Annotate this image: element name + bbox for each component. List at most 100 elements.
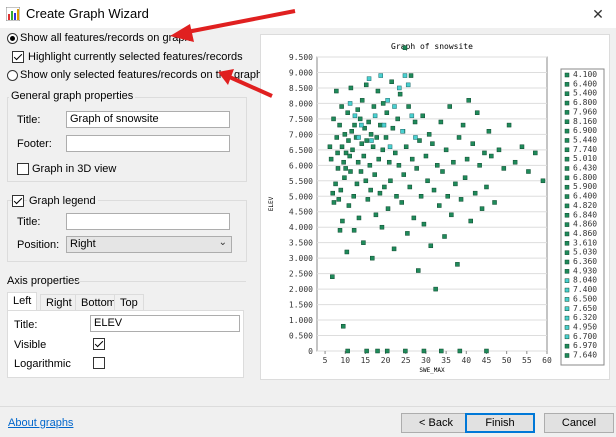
cancel-button[interactable]: Cancel [544,413,614,433]
data-point [334,88,339,94]
legend-marker [564,241,570,246]
legend-entry: 6.360 [573,257,597,266]
legend-entry: 4.950 [573,322,597,331]
legend-marker [564,194,570,199]
highlight-selected-checkbox[interactable] [12,51,24,63]
about-graphs-link[interactable]: About graphs [8,417,73,429]
data-point [331,116,336,122]
y-tick-label: 5.000 [289,192,313,201]
data-point [403,348,408,354]
legend-title-label: Title: [17,216,41,228]
data-point [341,159,346,165]
axis-logarithmic-checkbox[interactable] [93,357,105,369]
data-point [382,184,387,190]
data-point [389,79,394,85]
graph-preview: 0 0.500 1.000 1.500 2.000 2.500 3.000 3.500 4.00… [260,34,610,380]
data-point [337,228,343,233]
finish-button[interactable]: Finish [465,413,535,433]
legend-entry: 3.610 [573,238,597,247]
data-point [472,190,478,196]
x-tick-label: 30 [421,356,431,365]
legend-marker [564,222,570,227]
data-point [379,224,385,230]
x-tick-label: 5 [323,356,328,365]
data-point [519,144,525,149]
data-point [354,181,360,187]
legend-entry: 6.900 [573,126,597,135]
highlighted-point [366,76,372,81]
data-point [367,163,373,168]
highlighted-point [385,98,390,103]
data-point [363,178,369,184]
close-window-button[interactable]: ✕ [580,0,616,28]
legend-marker [564,343,570,349]
show-all-radio[interactable] [7,33,18,44]
data-point [426,132,432,137]
data-point [468,218,473,224]
data-point [433,286,438,292]
data-point [334,135,340,140]
data-point [501,166,507,171]
data-point [526,169,531,174]
data-point [342,132,348,137]
graph-3d-checkbox[interactable] [17,163,29,175]
legend-marker [564,100,570,106]
legend-marker [564,287,570,293]
graph-legend-checkbox[interactable] [12,195,24,207]
back-button[interactable]: < Back [401,413,471,433]
legend-marker [564,334,570,340]
highlighted-point [402,73,408,78]
legend-entry: 7.650 [573,304,597,313]
tab-right[interactable]: Right [40,294,78,311]
data-point [350,147,355,153]
data-point [335,150,340,156]
data-point [437,203,442,208]
legend-marker [564,297,570,302]
highlighted-point [400,129,405,134]
y-tick-label: 7.000 [289,130,313,139]
legend-entry: 5.010 [573,154,597,163]
footer-input[interactable] [66,135,230,152]
highlighted-point [352,113,358,119]
data-point [428,243,434,249]
data-point [447,104,453,109]
y-tick-label: 7.500 [289,115,313,124]
legend-entry: 6.800 [573,173,597,182]
legend-position-select[interactable]: Right ⌄ [66,236,232,253]
data-point [409,156,415,162]
data-point [374,135,379,140]
graph-title-input[interactable]: Graph of snowsite [66,111,230,128]
highlighted-point [359,122,364,128]
legend-marker [564,166,570,171]
data-point [394,194,399,199]
axis-title-input[interactable]: ELEV [90,315,240,332]
legend-title-input[interactable] [66,213,230,230]
legend-entry: 6.430 [573,164,597,173]
data-point [343,166,348,171]
highlighted-point [392,104,397,109]
tab-left[interactable]: Left [7,292,38,311]
data-point [477,163,482,168]
axis-visible-checkbox[interactable] [93,338,105,350]
data-point [421,221,427,227]
data-point [384,110,390,115]
x-tick-label: 25 [401,356,411,365]
legend-entry: 4.860 [573,229,597,238]
data-point [418,194,424,199]
legend-marker [564,259,570,265]
data-point [496,147,502,153]
chevron-down-icon: ⌄ [218,237,227,248]
data-point [391,246,397,252]
tab-top[interactable]: Top [114,294,144,311]
data-point [533,150,538,156]
y-tick-label: 4.500 [289,208,313,217]
data-point [506,122,512,128]
data-point [340,218,345,224]
y-tick-label: 3.500 [289,239,313,248]
show-selected-only-radio[interactable] [7,70,18,81]
highlighted-point [397,85,402,91]
data-point [455,262,460,267]
data-point [474,110,480,115]
data-point [457,348,463,354]
data-point [349,129,354,134]
